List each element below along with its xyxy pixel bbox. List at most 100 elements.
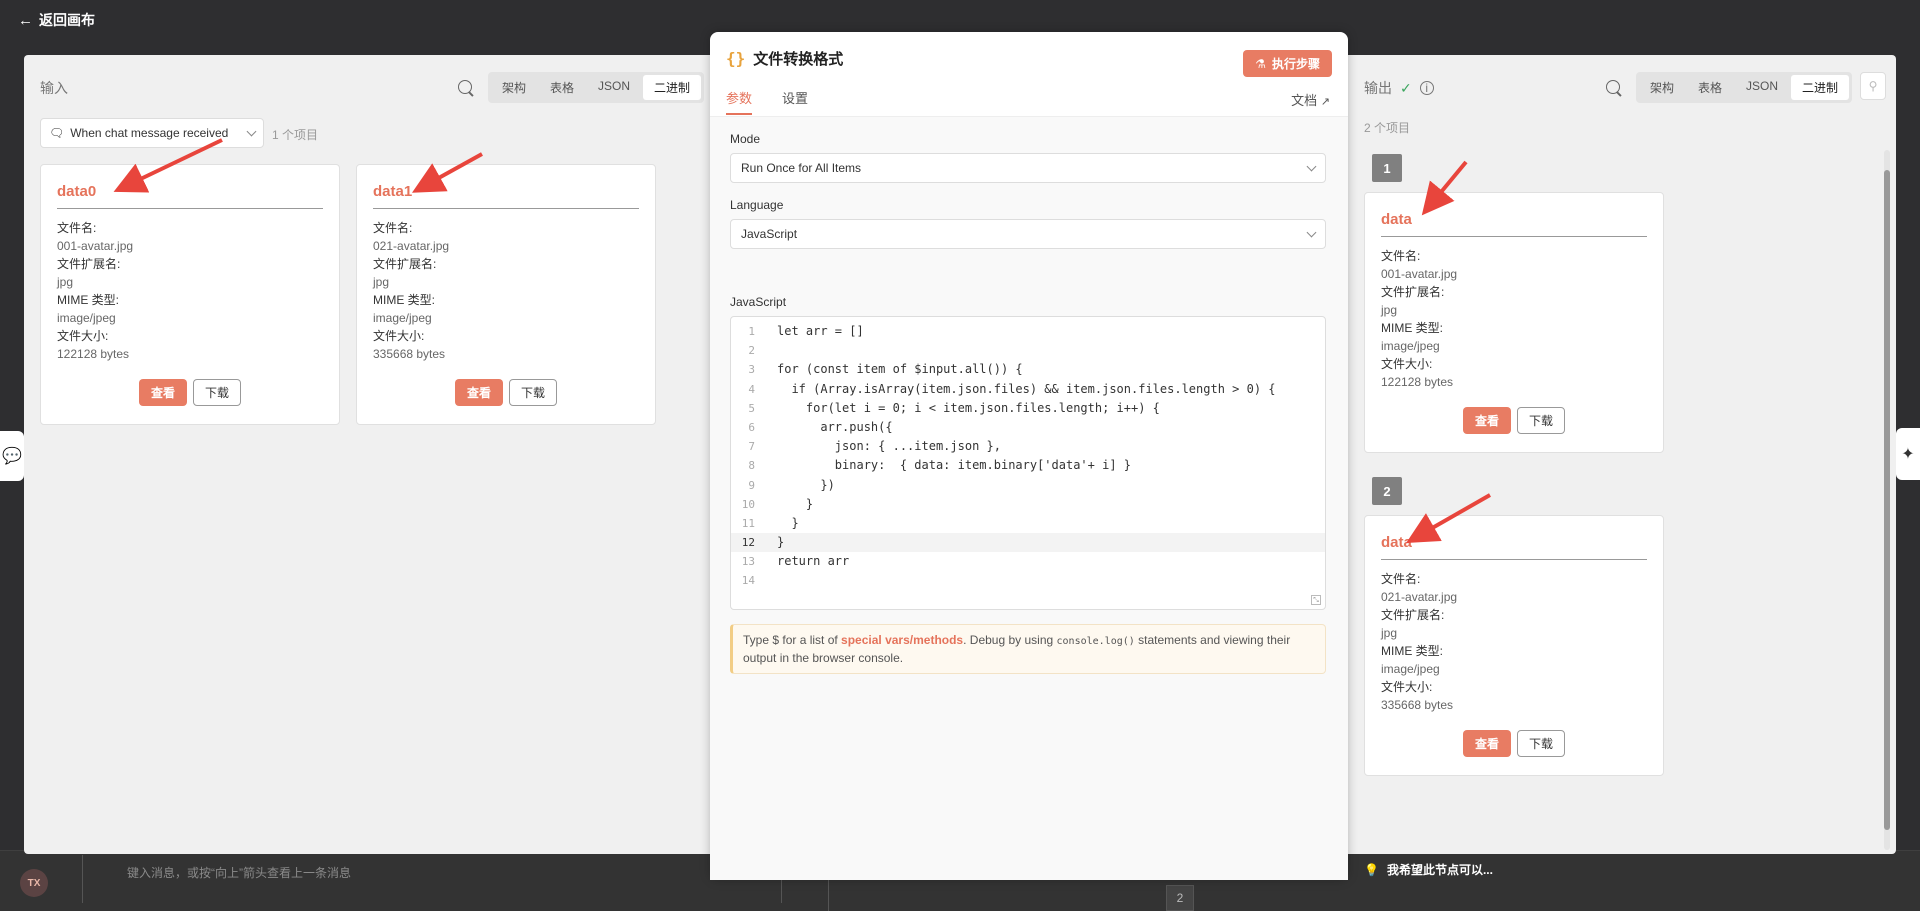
code-line[interactable]: 12} — [731, 533, 1325, 553]
file-size-value: 335668 bytes — [1381, 698, 1454, 712]
file-size-value: 122128 bytes — [57, 347, 130, 361]
line-number: 6 — [748, 420, 755, 434]
code-line[interactable]: 2 — [731, 341, 1325, 360]
input-panel-title: 输入 — [40, 80, 68, 96]
item-index-badge: 2 — [1372, 477, 1402, 505]
output-scrollbar[interactable] — [1882, 150, 1892, 850]
file-name-label: 文件名: — [1381, 249, 1421, 263]
language-select[interactable]: JavaScript — [730, 219, 1326, 249]
mime-value: image/jpeg — [57, 311, 116, 325]
line-number: 10 — [741, 497, 755, 511]
line-number: 7 — [748, 440, 755, 454]
input-binary-card: data0 文件名: 001-avatar.jpg 文件扩展名: jpg MIM… — [40, 164, 340, 425]
code-line[interactable]: 11 } — [731, 514, 1325, 533]
code-text: arr.push({ — [777, 419, 893, 434]
file-size-label: 文件大小: — [373, 329, 425, 343]
mode-value: Run Once for All Items — [741, 161, 862, 175]
language-label: Language — [730, 198, 784, 212]
node-title[interactable]: 文件转换格式 — [753, 48, 843, 69]
chevron-down-icon — [246, 126, 257, 136]
download-button[interactable]: 下载 — [509, 379, 558, 406]
code-line[interactable]: 14 — [731, 571, 1325, 590]
external-link-icon: ↗ — [1320, 96, 1330, 108]
tab-table[interactable]: 表格 — [539, 75, 585, 100]
code-line[interactable]: 6 arr.push({ — [731, 418, 1325, 437]
tab-json[interactable]: JSON — [587, 75, 641, 100]
success-check-icon: ✓ — [1400, 79, 1412, 96]
tab-binary[interactable]: 二进制 — [643, 75, 702, 100]
file-ext-value: jpg — [373, 275, 390, 289]
code-editor[interactable]: 1 let arr = [] 2 3 for (const item of $input… — [730, 316, 1326, 610]
code-line[interactable]: 1 let arr = [] — [731, 322, 1325, 341]
file-size-value: 335668 bytes — [373, 347, 446, 361]
tab-schema[interactable]: 架构 — [491, 75, 537, 100]
code-text: return arr — [777, 554, 850, 569]
code-field-label: JavaScript — [730, 295, 787, 309]
mime-label: MIME 类型: — [1381, 644, 1443, 658]
arrow-left-icon: ← — [18, 11, 33, 29]
code-line[interactable]: 5 for(let i = 0; i < item.json.files.len… — [731, 399, 1325, 418]
code-text: for (const item of $input.all()) { — [777, 362, 1023, 377]
back-label: 返回画布 — [39, 12, 95, 28]
file-name-label: 文件名: — [373, 221, 413, 235]
code-line[interactable]: 3 for (const item of $input.all()) { — [731, 360, 1325, 379]
mode-select[interactable]: Run Once for All Items — [730, 153, 1326, 183]
code-line[interactable]: 7 json: { ...item.json }, — [731, 437, 1325, 456]
output-binary-card: data 文件名: 001-avatar.jpg 文件扩展名: jpg MIME… — [1364, 192, 1664, 453]
code-text: }) — [777, 477, 835, 492]
tab-settings[interactable]: 设置 — [782, 88, 808, 115]
view-button[interactable]: 查看 — [138, 379, 187, 406]
pin-data-button[interactable]: ⚲ — [1860, 72, 1886, 100]
code-line[interactable]: 8 binary: { data: item.binary['data'+ i]… — [731, 456, 1325, 475]
assistant-toggle-tab[interactable]: ✦ — [1896, 428, 1920, 480]
line-number: 12 — [741, 536, 755, 550]
input-search-icon[interactable] — [458, 80, 472, 94]
tab-binary[interactable]: 二进制 — [1791, 75, 1850, 100]
node-parameters-body: Mode Run Once for All Items Language Jav… — [710, 116, 1348, 880]
execute-step-label: 执行步骤 — [1271, 57, 1320, 71]
code-text: if (Array.isArray(item.json.files) && it… — [777, 381, 1276, 396]
chevron-down-icon — [1306, 227, 1317, 237]
file-name-label: 文件名: — [57, 221, 97, 235]
item-index-badge: 1 — [1372, 154, 1402, 182]
docs-link[interactable]: 文档 ↗ — [1291, 90, 1330, 109]
code-text: } — [777, 496, 814, 511]
chat-toggle-tab[interactable]: 💬 — [0, 431, 24, 481]
view-button[interactable]: 查看 — [454, 379, 503, 406]
resize-handle-icon[interactable]: ⤡ — [1311, 595, 1321, 605]
file-ext-label: 文件扩展名: — [57, 257, 121, 271]
mime-label: MIME 类型: — [57, 293, 119, 307]
file-name-value: 001-avatar.jpg — [1381, 267, 1458, 281]
tab-table[interactable]: 表格 — [1687, 75, 1733, 100]
scrollbar-thumb[interactable] — [1884, 170, 1890, 830]
download-button[interactable]: 下载 — [193, 379, 242, 406]
back-to-canvas-link[interactable]: ← 返回画布 — [18, 10, 95, 30]
input-source-select[interactable]: 🗨 When chat message received — [40, 118, 264, 148]
special-vars-link[interactable]: special vars/methods — [841, 633, 963, 647]
view-button[interactable]: 查看 — [1462, 730, 1511, 757]
mime-value: image/jpeg — [1381, 662, 1440, 676]
binary-property-name: data0 — [57, 183, 323, 209]
code-line[interactable]: 10 } — [731, 495, 1325, 514]
download-button[interactable]: 下载 — [1517, 407, 1566, 434]
code-line[interactable]: 4 if (Array.isArray(item.json.files) && … — [731, 380, 1325, 399]
chevron-down-icon — [1306, 161, 1317, 171]
tab-schema[interactable]: 架构 — [1639, 75, 1685, 100]
code-line[interactable]: 9 }) — [731, 476, 1325, 495]
execute-step-button[interactable]: ⚗ 执行步骤 — [1243, 50, 1332, 77]
chat-icon: 💬 — [2, 448, 22, 465]
info-icon[interactable]: i — [1419, 81, 1434, 95]
output-search-icon[interactable] — [1606, 80, 1620, 94]
binary-property-name: data1 — [373, 183, 639, 209]
tab-json[interactable]: JSON — [1735, 75, 1789, 100]
code-line[interactable]: 13 return arr — [731, 552, 1325, 571]
download-button[interactable]: 下载 — [1517, 730, 1566, 757]
file-ext-value: jpg — [57, 275, 74, 289]
view-button[interactable]: 查看 — [1462, 407, 1511, 434]
suggest-link[interactable]: 💡 我希望此节点可以... — [1364, 861, 1493, 878]
code-text: } — [777, 515, 799, 530]
line-number: 9 — [748, 478, 755, 492]
file-ext-label: 文件扩展名: — [1381, 285, 1445, 299]
tab-parameters[interactable]: 参数 — [726, 88, 753, 115]
input-view-tabs: 架构 表格 JSON 二进制 — [488, 72, 705, 103]
